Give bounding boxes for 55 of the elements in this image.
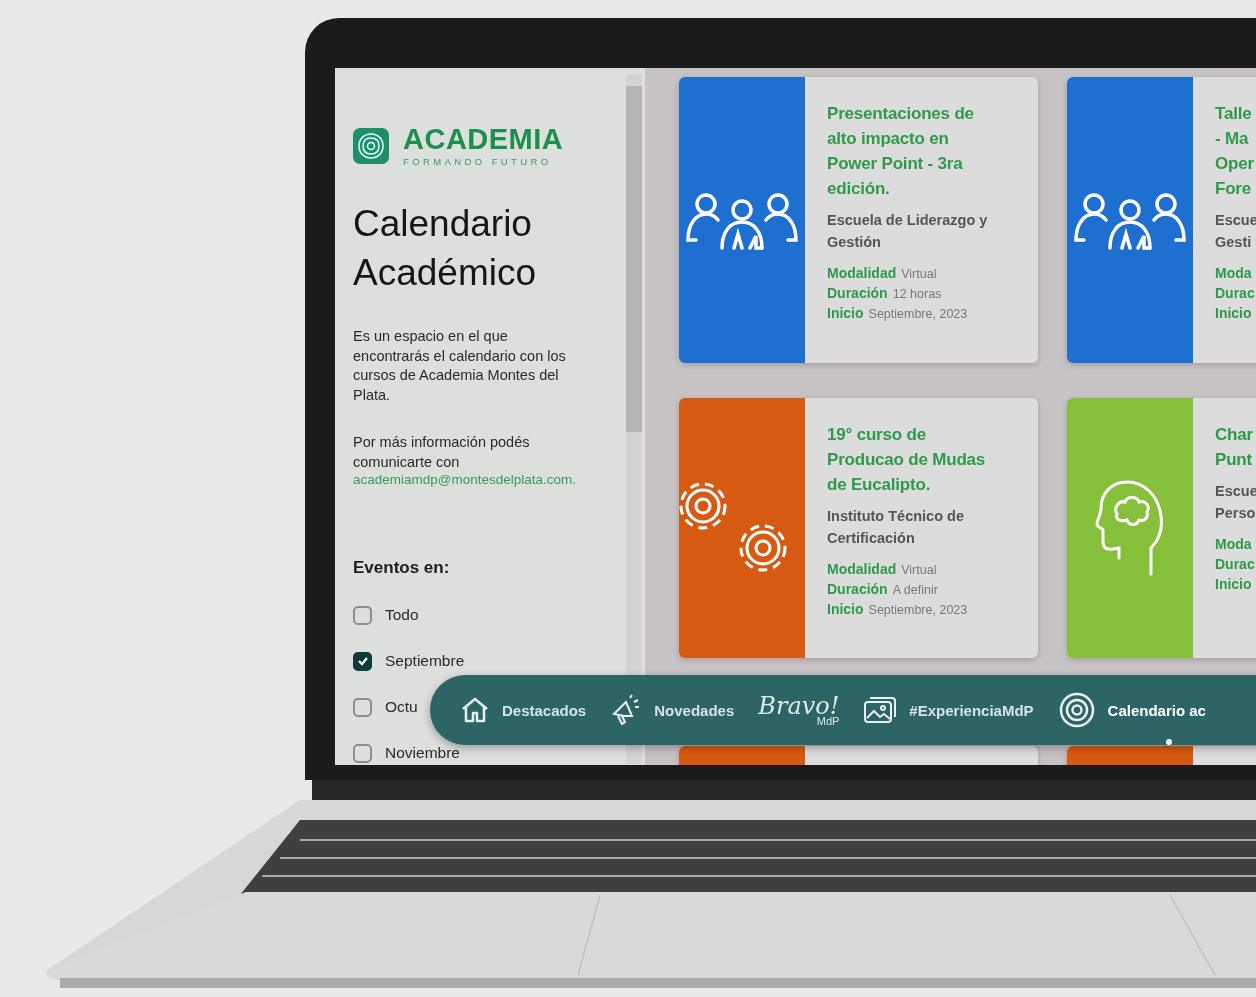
nav-link[interactable]: Calendario ac [1057, 691, 1206, 729]
checkbox[interactable] [353, 743, 372, 763]
meta-label: Modalidad [827, 561, 897, 577]
school-name: Escuela de Liderazgo y Gestión [827, 211, 988, 252]
meta-label: Moda [1215, 536, 1252, 552]
course-card[interactable]: Presentaciones de alto impacto en Power Point - 3ra edición. Escuela de Liderazgo y Gestión Modalidad Virtual Duración 12 horas Inicio Septiembre, 2023 [679, 77, 1038, 363]
rings-icon [1057, 691, 1096, 729]
contact-text: Por más información podés comunicarte con [353, 433, 531, 472]
meta-label: Inicio [827, 305, 864, 321]
meta-label: Modalidad [827, 265, 897, 281]
meta-label: Inicio [827, 601, 864, 617]
checkbox[interactable] [353, 697, 372, 717]
people-icon [1072, 190, 1188, 250]
filter-heading: Eventos en: [353, 558, 451, 578]
logo-icon [353, 128, 389, 164]
checkbox-label: Todo [385, 605, 419, 625]
meta-value: 12 horas [892, 287, 942, 301]
nav-link[interactable]: Novedades [610, 694, 735, 726]
checkbox-label: Noviembre [385, 743, 460, 763]
logo-tagline: FORMANDO FUTURO [403, 156, 553, 167]
meta-value: A definir [892, 583, 938, 597]
email-link[interactable]: academiamdp@montesdelplata.com. [353, 472, 615, 487]
checkbox-label: Octu [385, 697, 418, 717]
checkbox-label: Septiembre [385, 651, 465, 671]
active-indicator-dot [1165, 739, 1172, 745]
meta-label: Inicio [1215, 305, 1252, 321]
course-title[interactable]: Talle - Ma Oper Fore [1215, 101, 1256, 201]
people-icon [684, 190, 800, 250]
meta-value: Virtual [901, 563, 937, 577]
meta-value: Virtual [901, 267, 937, 281]
checkbox[interactable] [353, 605, 372, 625]
course-card[interactable]: 19° curso de Producao de Mudas de Eucalipto. Instituto Técnico de Certificación Modalidad Virtual Duración A definir Inicio Septiembre, 2023 [679, 398, 1038, 658]
home-icon [460, 696, 490, 724]
meta-value: Septiembre, 2023 [868, 307, 968, 321]
head-brain-icon [1095, 478, 1165, 578]
scrollbar[interactable] [626, 74, 642, 764]
checkbox[interactable] [353, 651, 372, 671]
logo-name: ACADEMIA [403, 125, 564, 154]
course-title[interactable]: 19° curso de Producao de Mudas de Eucalipto. [827, 422, 986, 497]
meta-label: Duración [827, 581, 888, 597]
meta-label: Duración [827, 285, 888, 301]
meta-label: Durac [1215, 556, 1255, 572]
photos-icon [863, 696, 898, 724]
page-title: Calendario Académico [353, 202, 538, 295]
course-title[interactable]: Presentaciones de alto impacto en Power Point - 3ra edición. [827, 101, 988, 201]
meta-value: Septiembre, 2023 [868, 603, 968, 617]
nav-link[interactable]: #ExperienciaMdP [863, 696, 1034, 724]
meta-label: Durac [1215, 285, 1255, 301]
meta-label: Moda [1215, 265, 1252, 281]
nav-link[interactable]: Destacados [460, 696, 587, 724]
description-text: Es un espacio en el que encontrarás el calendario con los cursos de Academia Montes del Plata. [353, 327, 567, 405]
course-title[interactable]: Char Punt [1215, 422, 1256, 472]
bravo-logo[interactable]: Bravo! MdP [758, 693, 840, 727]
meta-label: Inicio [1215, 576, 1252, 592]
school-name: Instituto Técnico de Certificación [827, 507, 965, 548]
